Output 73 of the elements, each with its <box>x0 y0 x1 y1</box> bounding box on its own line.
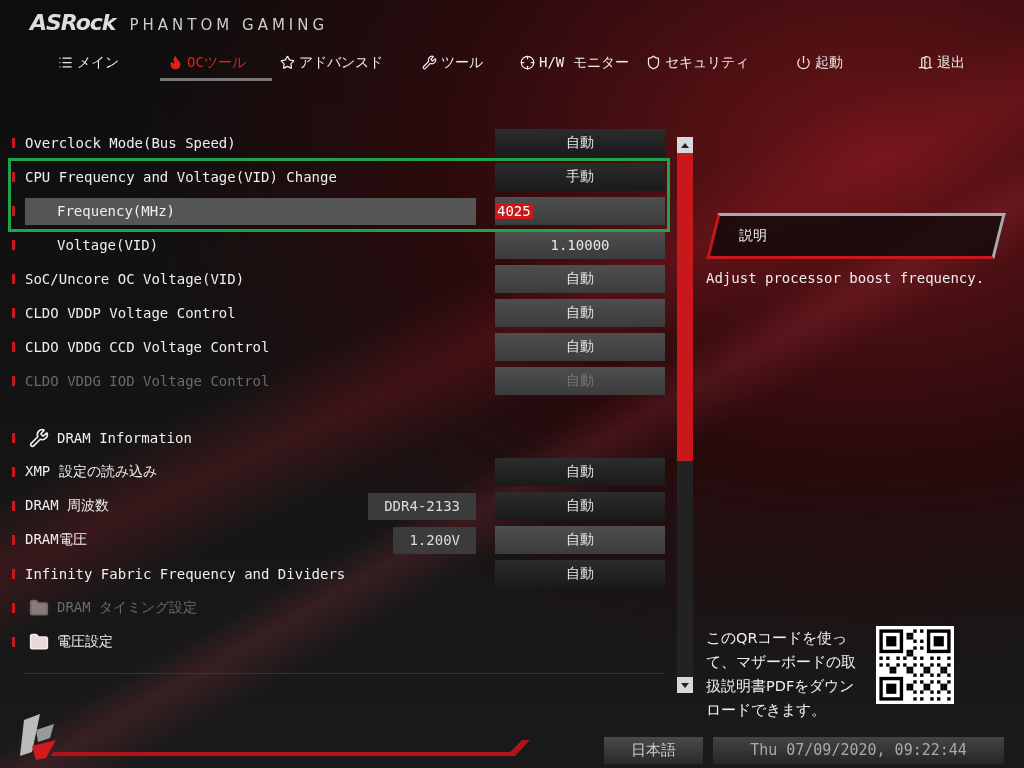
setting-label[interactable]: CLDO VDDP Voltage Control <box>25 299 476 327</box>
product-name: PHANTOM GAMING <box>129 16 329 34</box>
up-arrow-icon <box>681 142 689 148</box>
row-marker <box>12 569 15 579</box>
setting-label[interactable]: CPU Frequency and Voltage(VID) Change <box>25 163 476 191</box>
setting-label[interactable]: SoC/Uncore OC Voltage(VID) <box>25 265 476 293</box>
value-field[interactable]: 自動 <box>495 265 665 293</box>
down-arrow-icon <box>681 682 689 688</box>
shield-icon <box>646 55 661 70</box>
row-marker <box>12 308 15 318</box>
crosshair-icon <box>520 55 535 70</box>
folder-item[interactable]: 電圧設定 <box>25 628 476 656</box>
scrollbar[interactable] <box>677 137 693 693</box>
tools-icon <box>29 428 49 448</box>
setting-label[interactable]: Overclock Mode(Bus Speed) <box>25 129 476 157</box>
value-field[interactable]: 4025 <box>495 197 665 225</box>
setting-label[interactable]: DRAM 周波数 DDR4-2133 <box>25 492 476 520</box>
row-marker <box>12 433 15 443</box>
value-dropdown[interactable]: 自動 <box>495 560 665 588</box>
menu-tab[interactable]: H/W モニター <box>512 47 638 81</box>
scroll-thumb[interactable] <box>677 153 693 461</box>
folder-icon <box>29 598 49 618</box>
scroll-down-button[interactable] <box>677 677 693 693</box>
row-marker <box>12 206 15 216</box>
menu-tab[interactable]: ツール <box>414 47 512 81</box>
tools-icon <box>422 55 437 70</box>
section-header: DRAM Information <box>25 424 476 452</box>
power-icon <box>796 55 811 70</box>
row-marker <box>12 376 15 386</box>
value-dropdown[interactable]: 手動 <box>495 163 665 191</box>
setting-label[interactable]: Voltage(VID) <box>25 231 476 259</box>
row-marker <box>12 138 15 148</box>
list-icon <box>58 55 73 70</box>
current-value: 1.200V <box>393 526 476 554</box>
value-dropdown[interactable]: 自動 <box>495 492 665 520</box>
menu-tab[interactable]: 起動 <box>788 47 910 81</box>
row-marker <box>12 467 15 477</box>
menu-tab[interactable]: OCツール <box>160 47 272 81</box>
row-marker <box>12 274 15 284</box>
help-title: 説明 <box>739 227 767 245</box>
row-marker <box>12 501 15 511</box>
setting-label[interactable]: XMP 設定の読み込み <box>25 458 476 486</box>
row-marker <box>12 603 15 613</box>
value-field[interactable]: 自動 <box>495 333 665 361</box>
date-time: Thu 07/09/2020, 09:22:44 <box>713 736 1004 764</box>
menu-tab[interactable]: アドバンスド <box>272 47 414 81</box>
value-field[interactable]: 自動 <box>495 526 665 554</box>
row-marker <box>12 342 15 352</box>
folder-icon <box>29 632 49 652</box>
qr-caption: このQRコードを使って、マザーボードの取扱説明書PDFをダウンロードできます。 <box>706 629 857 720</box>
door-icon <box>918 55 933 70</box>
current-value: DDR4-2133 <box>368 492 476 520</box>
scroll-up-button[interactable] <box>677 137 693 153</box>
row-marker <box>12 240 15 250</box>
row-marker <box>12 535 15 545</box>
flame-icon <box>168 55 183 70</box>
row-marker <box>12 637 15 647</box>
setting-label[interactable]: Infinity Fabric Frequency and Dividers <box>25 560 476 588</box>
menu-tab[interactable]: 退出 <box>910 47 1010 81</box>
brand-logo: ASRock <box>30 10 116 35</box>
setting-label[interactable]: DRAM電圧 1.200V <box>25 526 476 554</box>
menu-tab[interactable]: セキュリティ <box>638 47 788 81</box>
language-button[interactable]: 日本語 <box>604 736 703 764</box>
setting-label[interactable]: Frequency(MHz) <box>25 197 476 225</box>
value-dropdown[interactable]: 自動 <box>495 458 665 486</box>
star-icon <box>280 55 295 70</box>
menu-tab[interactable]: メイン <box>50 47 160 81</box>
setting-label[interactable]: CLDO VDDG CCD Voltage Control <box>25 333 476 361</box>
value-field[interactable]: 1.10000 <box>495 231 665 259</box>
value-field[interactable]: 自動 <box>495 299 665 327</box>
value-dropdown[interactable]: 自動 <box>495 129 665 157</box>
help-text: Adjust processor boost frequency. <box>706 270 986 286</box>
row-marker <box>12 172 15 182</box>
